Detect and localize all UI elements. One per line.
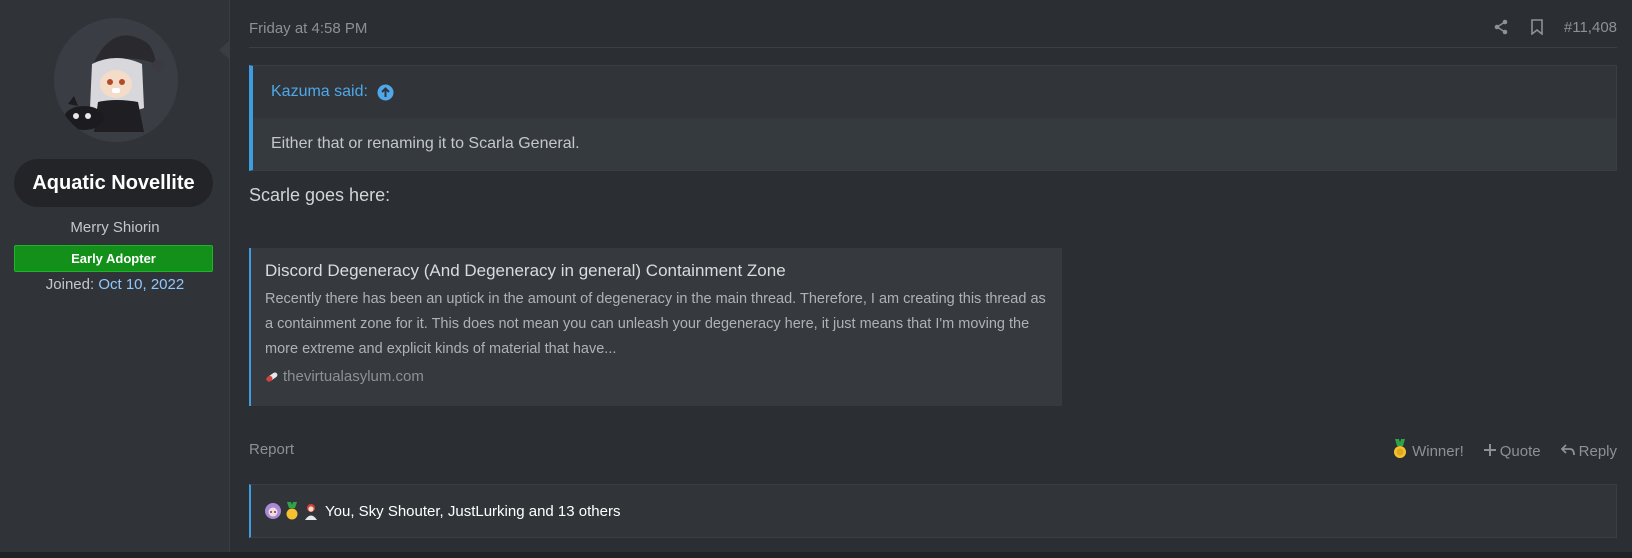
- post-header-actions: #11,408: [1492, 18, 1617, 36]
- winner-label[interactable]: Winner!: [1412, 443, 1464, 460]
- medal-reaction-icon: [283, 502, 301, 520]
- user-banner: Early Adopter: [14, 245, 213, 272]
- anime-girl-reaction-icon: [264, 502, 282, 520]
- reactions-text[interactable]: You, Sky Shouter, JustLurking and 13 oth…: [325, 503, 620, 520]
- post-footer: Report Winner! Quote Reply: [249, 439, 1617, 461]
- bookmark-icon[interactable]: [1528, 18, 1546, 36]
- embed-site[interactable]: thevirtualasylum.com: [265, 368, 1048, 385]
- reaction-icons: [264, 502, 321, 520]
- post-main: Friday at 4:58 PM #11,408 Kazuma said: E…: [249, 0, 1617, 552]
- quote-button[interactable]: Quote: [1483, 443, 1541, 460]
- bottom-border: [0, 552, 1632, 558]
- post-footer-actions: Winner! Quote Reply: [1392, 439, 1617, 463]
- link-embed[interactable]: Discord Degeneracy (And Degeneracy in ge…: [249, 248, 1062, 406]
- pill-icon: [265, 370, 279, 384]
- plus-icon: [1483, 443, 1496, 460]
- quote-header[interactable]: Kazuma said:: [253, 66, 1616, 118]
- reply-icon: [1560, 443, 1575, 460]
- reactions-bar[interactable]: You, Sky Shouter, JustLurking and 13 oth…: [249, 484, 1617, 538]
- user-title: Merry Shiorin: [70, 219, 160, 236]
- reply-button[interactable]: Reply: [1560, 443, 1617, 460]
- post-date[interactable]: Friday at 4:58 PM: [249, 20, 367, 37]
- embed-site-name[interactable]: thevirtualasylum.com: [283, 368, 424, 385]
- avatar[interactable]: [54, 18, 178, 142]
- joined-date: Oct 10, 2022: [98, 276, 185, 293]
- post-header: Friday at 4:58 PM #11,408: [249, 18, 1617, 48]
- character-reaction-icon: [302, 502, 320, 520]
- report-button[interactable]: Report: [249, 441, 294, 458]
- quote-text: Either that or renaming it to Scarla Gen…: [253, 118, 1616, 170]
- post-body-text: Scarle goes here:: [249, 185, 391, 205]
- joined-label: Joined:: [45, 276, 95, 293]
- arrow-up-circle-icon[interactable]: [377, 84, 394, 101]
- post-number[interactable]: #11,408: [1564, 19, 1617, 36]
- quote-author[interactable]: Kazuma said:: [271, 83, 368, 101]
- quote-block: Kazuma said: Either that or renaming it …: [249, 65, 1617, 171]
- username[interactable]: Aquatic Novellite: [14, 159, 213, 207]
- embed-title[interactable]: Discord Degeneracy (And Degeneracy in ge…: [265, 261, 1048, 281]
- medal-icon: [1392, 439, 1408, 463]
- reply-label[interactable]: Reply: [1579, 443, 1617, 460]
- winner-button[interactable]: Winner!: [1392, 439, 1464, 463]
- share-icon[interactable]: [1492, 18, 1510, 36]
- user-sidebar: Aquatic Novellite Merry Shiorin Early Ad…: [0, 0, 230, 552]
- quote-label[interactable]: Quote: [1500, 443, 1541, 460]
- avatar-image: [54, 18, 178, 142]
- embed-description: Recently there has been an uptick in the…: [265, 291, 1046, 357]
- post-arrow: [219, 40, 230, 60]
- joined-info: Joined: Oct 10, 2022: [0, 276, 230, 293]
